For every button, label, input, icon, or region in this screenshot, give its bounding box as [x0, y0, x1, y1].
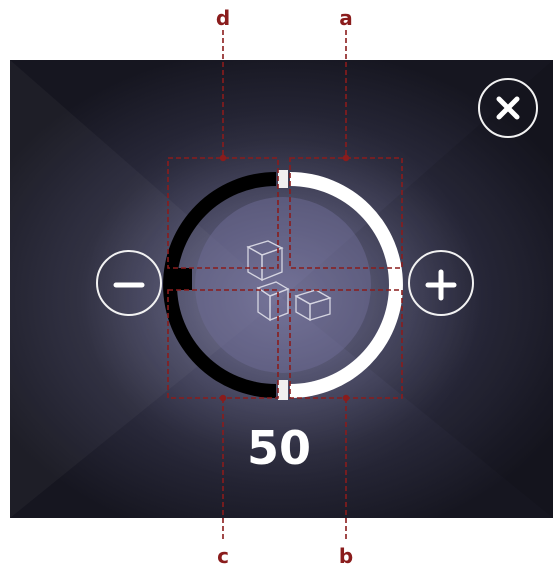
dial-bottom-marker: [278, 380, 288, 400]
callout-label-a: a: [339, 6, 353, 30]
callout-label-b: b: [338, 544, 354, 568]
dial-inner-disc: [195, 197, 371, 373]
decrease-button[interactable]: [96, 250, 162, 316]
dial-left-notch: [170, 268, 192, 290]
minus-icon: [113, 282, 145, 288]
increase-button[interactable]: [408, 250, 474, 316]
close-icon: [496, 96, 520, 120]
plus-icon: [425, 269, 457, 301]
close-button[interactable]: [478, 78, 538, 138]
callout-label-d: d: [215, 6, 231, 30]
dial-top-marker: [278, 170, 288, 188]
callout-label-c: c: [217, 544, 229, 568]
value-display: 50: [246, 421, 311, 475]
